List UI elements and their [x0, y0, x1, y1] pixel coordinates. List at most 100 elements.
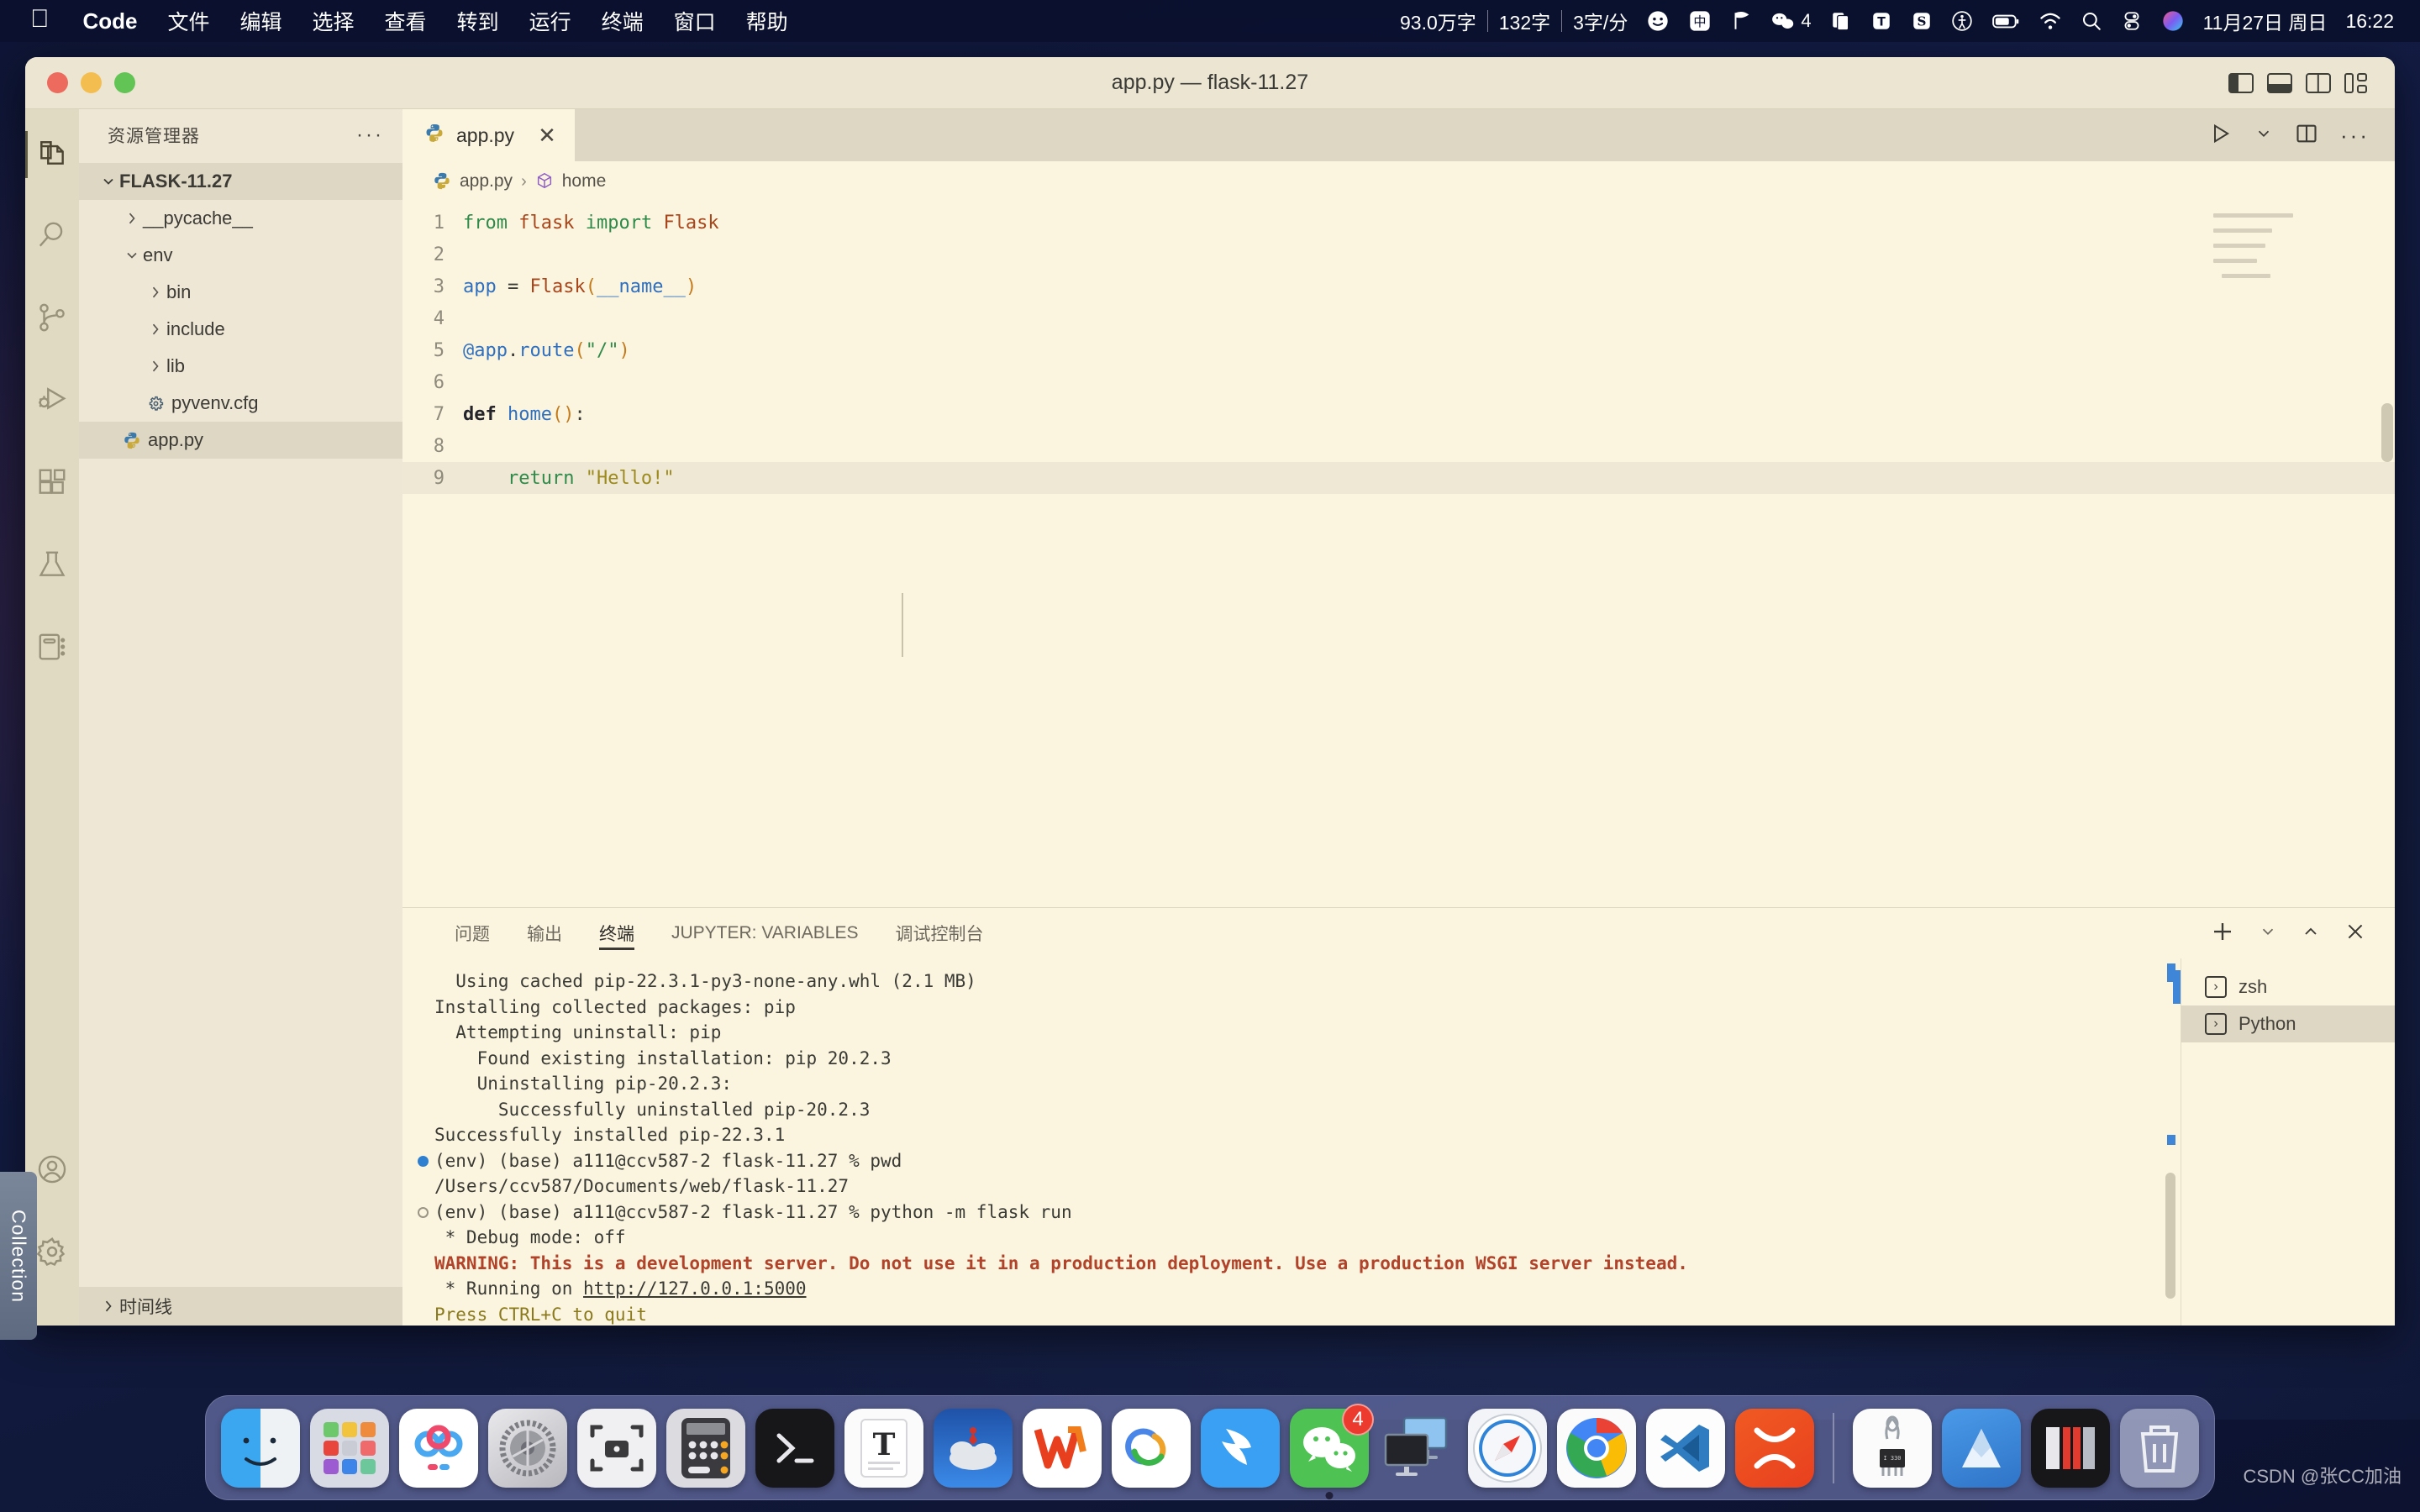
sidebar-item-extensions[interactable]	[25, 457, 79, 511]
s-app-icon[interactable]: S	[1902, 9, 1942, 33]
explorer-more-icon[interactable]: ···	[356, 123, 384, 147]
sidebar-item-testing[interactable]	[25, 539, 79, 593]
dock-item-xmind[interactable]	[1735, 1408, 1814, 1488]
server-url-link[interactable]: http://127.0.0.1:5000	[583, 1276, 807, 1302]
menu-item-go[interactable]: 转到	[442, 6, 514, 36]
siri-icon[interactable]	[2152, 9, 2194, 33]
tree-item-bin[interactable]: bin	[79, 274, 402, 311]
sidebar-item-explorer[interactable]	[25, 128, 79, 181]
word-count-total[interactable]: 93.0万字	[1391, 7, 1486, 35]
dock-item-cloud-app[interactable]	[934, 1408, 1013, 1488]
wechat-icon[interactable]: 4	[1761, 9, 1820, 33]
dock-item-system-settings[interactable]	[488, 1408, 567, 1488]
terminal-scrollbar-thumb[interactable]	[2165, 1173, 2175, 1299]
toggle-panel-icon[interactable]	[2267, 72, 2292, 93]
dock-item-circuit-app[interactable]: I 330	[1853, 1408, 1932, 1488]
tab-app-py[interactable]: app.py ✕	[402, 109, 575, 161]
control-center-icon[interactable]	[2112, 9, 2152, 33]
editor-scrollbar[interactable]	[2381, 403, 2393, 462]
dock-item-launchpad[interactable]	[310, 1408, 389, 1488]
play-icon[interactable]	[2209, 122, 2233, 150]
word-count-session[interactable]: 132字	[1490, 7, 1560, 35]
sidebar-item-source-control[interactable]	[25, 292, 79, 346]
breadcrumb-symbol[interactable]: home	[562, 171, 607, 192]
toggle-secondary-sidebar-icon[interactable]	[2306, 72, 2331, 93]
accessibility-icon[interactable]	[1942, 9, 1982, 33]
tab-terminal[interactable]: 终端	[581, 908, 653, 958]
menu-date[interactable]: 11月27日 周日	[2194, 7, 2337, 35]
breadcrumb-file[interactable]: app.py	[460, 171, 513, 192]
battery-icon[interactable]	[1982, 9, 2029, 33]
dock-item-dingtalk[interactable]	[1201, 1408, 1280, 1488]
smiley-icon[interactable]	[1637, 9, 1679, 33]
typing-speed[interactable]: 3字/分	[1564, 7, 1637, 35]
tab-output[interactable]: 输出	[508, 908, 581, 958]
close-icon[interactable]	[2344, 921, 2366, 947]
copy-icon[interactable]	[1821, 9, 1861, 33]
customize-layout-icon[interactable]	[2344, 72, 2370, 93]
code-editor[interactable]: 1 from flask import Flask 2 3 app = Flas…	[402, 202, 2395, 907]
tab-jupyter-variables[interactable]: JUPYTER: VARIABLES	[653, 908, 877, 958]
dock-item-chrome[interactable]	[1557, 1408, 1636, 1488]
toggle-primary-sidebar-icon[interactable]	[2228, 72, 2254, 93]
ellipsis-icon[interactable]: ···	[2340, 123, 2370, 149]
dock-item-wps-office[interactable]	[1023, 1408, 1102, 1488]
tree-item-flask-root[interactable]: FLASK-11.27	[79, 163, 402, 200]
input-chinese-icon[interactable]: 中	[1679, 9, 1721, 33]
wifi-icon[interactable]	[2029, 9, 2071, 33]
dock-item-vscode[interactable]	[1646, 1408, 1725, 1488]
dock-item-finder[interactable]	[221, 1408, 300, 1488]
dock-item-calculator[interactable]	[666, 1408, 745, 1488]
tree-item-lib[interactable]: lib	[79, 348, 402, 385]
chevron-up-icon[interactable]	[2301, 921, 2321, 946]
dock-item-app-blue-rings[interactable]	[399, 1408, 478, 1488]
menu-item-view[interactable]: 查看	[370, 6, 442, 36]
tree-item-pyvenv-cfg[interactable]: pyvenv.cfg	[79, 385, 402, 422]
tree-item-app-py[interactable]: app.py	[79, 422, 402, 459]
text-tool-icon[interactable]: T	[1861, 9, 1902, 33]
menu-item-help[interactable]: 帮助	[731, 6, 803, 36]
terminal-instance-python[interactable]: › Python	[2181, 1005, 2395, 1042]
chevron-down-icon[interactable]	[2259, 922, 2277, 945]
dock-item-trash[interactable]	[2120, 1408, 2199, 1488]
dock-item-wechat[interactable]: 4	[1290, 1403, 1374, 1499]
dock-item-screenshot[interactable]	[577, 1408, 656, 1488]
dock-item-safari[interactable]	[1468, 1408, 1547, 1488]
tab-problems[interactable]: 问题	[436, 908, 508, 958]
menu-item-terminal[interactable]: 终端	[587, 6, 659, 36]
plus-icon[interactable]	[2210, 919, 2235, 948]
tree-item-env[interactable]: env	[79, 237, 402, 274]
sidebar-item-notebook[interactable]	[25, 622, 79, 675]
dock-item-terminal[interactable]	[755, 1408, 834, 1488]
menu-item-run[interactable]: 运行	[514, 6, 587, 36]
flag-icon[interactable]	[1721, 9, 1761, 33]
sidebar-item-search[interactable]	[25, 210, 79, 264]
dock-item-text-editor[interactable]: T	[844, 1408, 923, 1488]
chevron-right-icon	[97, 1298, 119, 1315]
menu-item-file[interactable]: 文件	[153, 6, 225, 36]
menu-item-edit[interactable]: 编辑	[225, 6, 297, 36]
terminal-instance-zsh[interactable]: › zsh	[2173, 969, 2395, 1005]
tree-item-pycache[interactable]: __pycache__	[79, 200, 402, 237]
split-editor-icon[interactable]	[2295, 122, 2318, 150]
menu-item-selection[interactable]: 选择	[297, 6, 370, 36]
dock-item-mountain-app[interactable]	[1942, 1408, 2021, 1488]
menu-app-name[interactable]: Code	[68, 8, 153, 34]
collection-side-tab[interactable]: Collection	[0, 1172, 37, 1340]
tab-debug-console[interactable]: 调试控制台	[877, 908, 1002, 958]
dock-item-stacks[interactable]	[2031, 1408, 2110, 1488]
menu-clock[interactable]: 16:22	[2336, 10, 2403, 33]
dock-item-loop-app[interactable]	[1112, 1408, 1191, 1488]
timeline-section[interactable]: 时间线	[79, 1287, 402, 1326]
menu-item-window[interactable]: 窗口	[659, 6, 731, 36]
search-icon[interactable]	[2071, 9, 2112, 33]
close-icon[interactable]: ✕	[538, 123, 556, 149]
sidebar-item-run-debug[interactable]	[25, 375, 79, 428]
terminal-output[interactable]: Using cached pip-22.3.1-py3-none-any.whl…	[402, 958, 2181, 1326]
terminal-scrollbar[interactable]	[2165, 958, 2175, 1326]
dock-item-remote-desktop[interactable]	[1379, 1409, 1458, 1488]
apple-menu-icon[interactable]: 	[22, 7, 68, 35]
tree-item-include[interactable]: include	[79, 311, 402, 348]
chevron-down-icon[interactable]	[2254, 124, 2273, 147]
minimap[interactable]	[2213, 213, 2373, 306]
